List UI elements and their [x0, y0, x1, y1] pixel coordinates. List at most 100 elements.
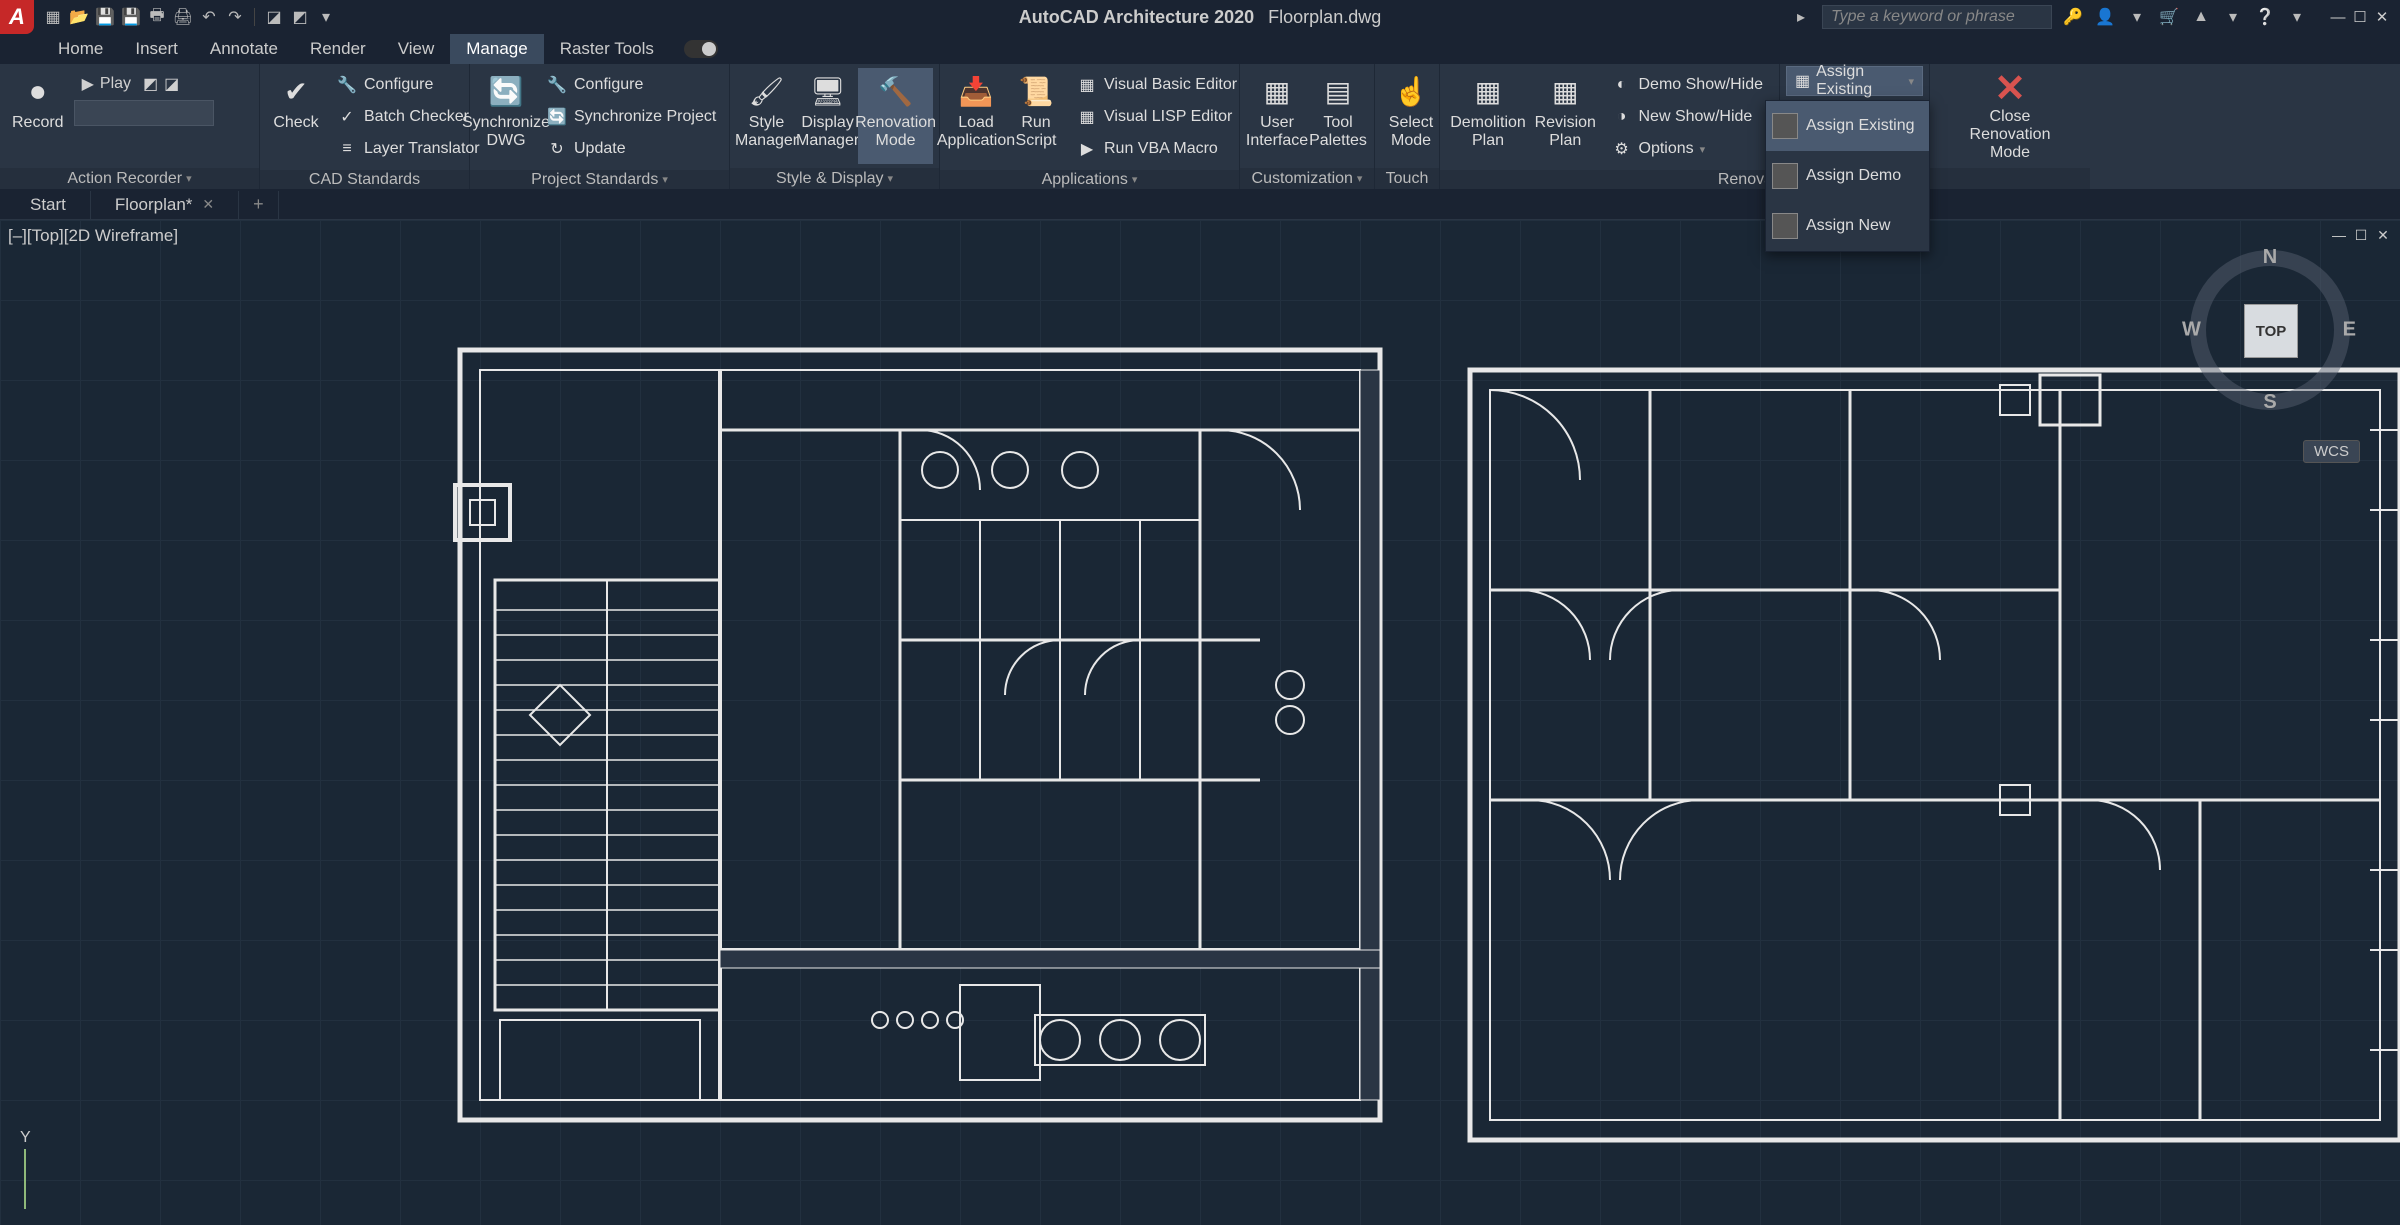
app-logo[interactable]: A [0, 0, 34, 34]
vlisp-editor-button[interactable]: ▦Visual LISP Editor [1070, 102, 1243, 132]
action-combo[interactable] [74, 100, 214, 126]
hammer-icon: 🔨 [876, 72, 916, 112]
panel-title-touch: Touch [1375, 168, 1439, 189]
close-button[interactable]: ✕ [2372, 7, 2392, 27]
vb-editor-button[interactable]: ▦Visual Basic Editor [1070, 70, 1243, 100]
viewcube-w[interactable]: W [2182, 319, 2201, 342]
panel-title-close-renovation [1930, 168, 2090, 189]
undo-icon[interactable]: ↶ [198, 6, 220, 28]
viewcube-n[interactable]: N [2263, 246, 2277, 269]
saveas-icon[interactable]: 💾 [120, 6, 142, 28]
panel-touch: ☝ Select Mode Touch [1375, 64, 1440, 189]
proj-configure-button[interactable]: 🔧Configure [540, 70, 722, 100]
demolition-plan-button[interactable]: ▦ Demolition Plan [1446, 68, 1530, 164]
minimize-button[interactable]: — [2328, 7, 2348, 27]
play-button[interactable]: ▶ Play ◩ ◪ [74, 70, 214, 98]
viewcube-s[interactable]: S [2263, 391, 2276, 414]
wcs-badge[interactable]: WCS [2303, 440, 2360, 463]
dropdown-assign-demo[interactable]: Assign Demo [1766, 151, 1929, 201]
run-vba-button[interactable]: ▶Run VBA Macro [1070, 134, 1243, 164]
signin-icon[interactable]: 🔑 [2062, 6, 2084, 28]
close-x-icon: ✕ [1994, 70, 2026, 108]
print-icon[interactable]: 🖨 [172, 6, 194, 28]
help-icon[interactable]: ❔ [2254, 6, 2276, 28]
assign-dropdown-menu: Assign Existing Assign Demo Assign New [1765, 100, 1930, 252]
assign-existing-split-button[interactable]: ▦ Assign Existing ▾ [1786, 66, 1923, 96]
viewcube[interactable]: TOP N S E W [2190, 250, 2350, 410]
tab-start[interactable]: Start [6, 191, 91, 219]
chevron-down-icon[interactable]: ▾ [2222, 6, 2244, 28]
chevron-down-icon[interactable]: ▾ [2126, 6, 2148, 28]
save-icon[interactable]: 💾 [94, 6, 116, 28]
load-application-button[interactable]: 📥 Load Application [946, 68, 1006, 164]
configure-button[interactable]: 🔧Configure [330, 70, 486, 100]
cart-icon[interactable]: 🛒 [2158, 6, 2180, 28]
vp-maximize-button[interactable]: ☐ [2352, 226, 2370, 244]
menu-raster-tools[interactable]: Raster Tools [544, 34, 670, 64]
qat-icon-b[interactable]: ◩ [289, 6, 311, 28]
revision-plan-button[interactable]: ▦ Revision Plan [1530, 68, 1600, 164]
viewcube-e[interactable]: E [2343, 319, 2356, 342]
script-icon: 📜 [1016, 72, 1056, 112]
sync-project-button[interactable]: 🔄Synchronize Project [540, 102, 722, 132]
user-interface-button[interactable]: ▦ User Interface [1246, 68, 1308, 164]
viewport-controls: — ☐ ✕ [2330, 226, 2392, 244]
dropdown-assign-new[interactable]: Assign New [1766, 201, 1929, 251]
panel-action-recorder: ⏺ Record ▶ Play ◩ ◪ Action Recorder▾ [0, 64, 260, 189]
close-renovation-button[interactable]: ✕ Close Renovation Mode [1936, 68, 2084, 164]
drawing-viewport[interactable]: [–][Top][2D Wireframe] — ☐ ✕ TOP N S E W… [0, 220, 2400, 1225]
menu-annotate[interactable]: Annotate [194, 34, 294, 64]
arrow-icon[interactable]: ▸ [1790, 6, 1812, 28]
restore-button[interactable]: ☐ [2350, 7, 2370, 27]
sync-dwg-button[interactable]: 🔄 Synchronize DWG [476, 68, 536, 164]
title-bar: A ▦ 📂 💾 💾 🖶 🖨 ↶ ↷ ◪ ◩ ▾ AutoCAD Architec… [0, 0, 2400, 34]
renovation-options-button[interactable]: ⚙Options ▾ [1605, 134, 1770, 164]
menu-manage[interactable]: Manage [450, 34, 543, 64]
chevron-down-icon[interactable]: ▾ [2286, 6, 2308, 28]
menu-home[interactable]: Home [42, 34, 119, 64]
record-label: Record [12, 114, 64, 132]
qat-icon-a[interactable]: ◪ [263, 6, 285, 28]
record-button[interactable]: ⏺ Record [6, 68, 70, 164]
mini-icon-b[interactable]: ◪ [164, 74, 179, 94]
panel-title-cad-standards: CAD Standards [260, 170, 469, 189]
tab-add-button[interactable]: + [239, 191, 279, 219]
update-button[interactable]: ↻Update [540, 134, 722, 164]
menu-view[interactable]: View [382, 34, 451, 64]
dropdown-assign-existing[interactable]: Assign Existing [1766, 101, 1929, 151]
play-icon: ▶ [82, 74, 94, 94]
redo-icon[interactable]: ↷ [224, 6, 246, 28]
ribbon: ⏺ Record ▶ Play ◩ ◪ Action Recorder▾ ✔ C… [0, 64, 2400, 190]
close-icon[interactable]: ✕ [202, 196, 214, 213]
panel-close-renovation: ✕ Close Renovation Mode [1930, 64, 2090, 189]
display-manager-button[interactable]: 🖥 Display Manager [797, 68, 858, 164]
viewcube-top-face[interactable]: TOP [2244, 304, 2298, 358]
check-button[interactable]: ✔ Check [266, 68, 326, 164]
select-mode-button[interactable]: ☝ Select Mode [1381, 68, 1441, 164]
a360-icon[interactable]: ▲ [2190, 6, 2212, 28]
swatch-icon [1772, 113, 1798, 139]
vp-minimize-button[interactable]: — [2330, 226, 2348, 244]
tool-palettes-button[interactable]: ▤ Tool Palettes [1308, 68, 1368, 164]
renovation-mode-button[interactable]: 🔨 Renovation Mode [858, 68, 933, 164]
plot-icon[interactable]: 🖶 [146, 6, 168, 28]
user-icon[interactable]: 👤 [2094, 6, 2116, 28]
search-input[interactable]: Type a keyword or phrase [1822, 5, 2052, 29]
new-icon[interactable]: ▦ [42, 6, 64, 28]
run-icon: ▶ [1076, 138, 1098, 160]
menu-render[interactable]: Render [294, 34, 382, 64]
chevron-down-icon[interactable]: ▾ [315, 6, 337, 28]
open-icon[interactable]: 📂 [68, 6, 90, 28]
menu-insert[interactable]: Insert [119, 34, 194, 64]
panel-renovation: ▦ Demolition Plan ▦ Revision Plan ◐Demo … [1440, 64, 1780, 189]
viewport-label[interactable]: [–][Top][2D Wireframe] [8, 226, 178, 246]
vp-close-button[interactable]: ✕ [2374, 226, 2392, 244]
tab-floorplan[interactable]: Floorplan*✕ [91, 191, 239, 219]
demo-showhide-button[interactable]: ◐Demo Show/Hide [1605, 70, 1770, 100]
menu-bar: Home Insert Annotate Render View Manage … [0, 34, 2400, 64]
run-script-button[interactable]: 📜 Run Script [1006, 68, 1066, 164]
mini-icon-a[interactable]: ◩ [143, 74, 158, 94]
new-showhide-button[interactable]: ◑New Show/Hide [1605, 102, 1770, 132]
ribbon-toggle[interactable] [684, 40, 718, 58]
style-manager-button[interactable]: 🖌 Style Manager [736, 68, 797, 164]
